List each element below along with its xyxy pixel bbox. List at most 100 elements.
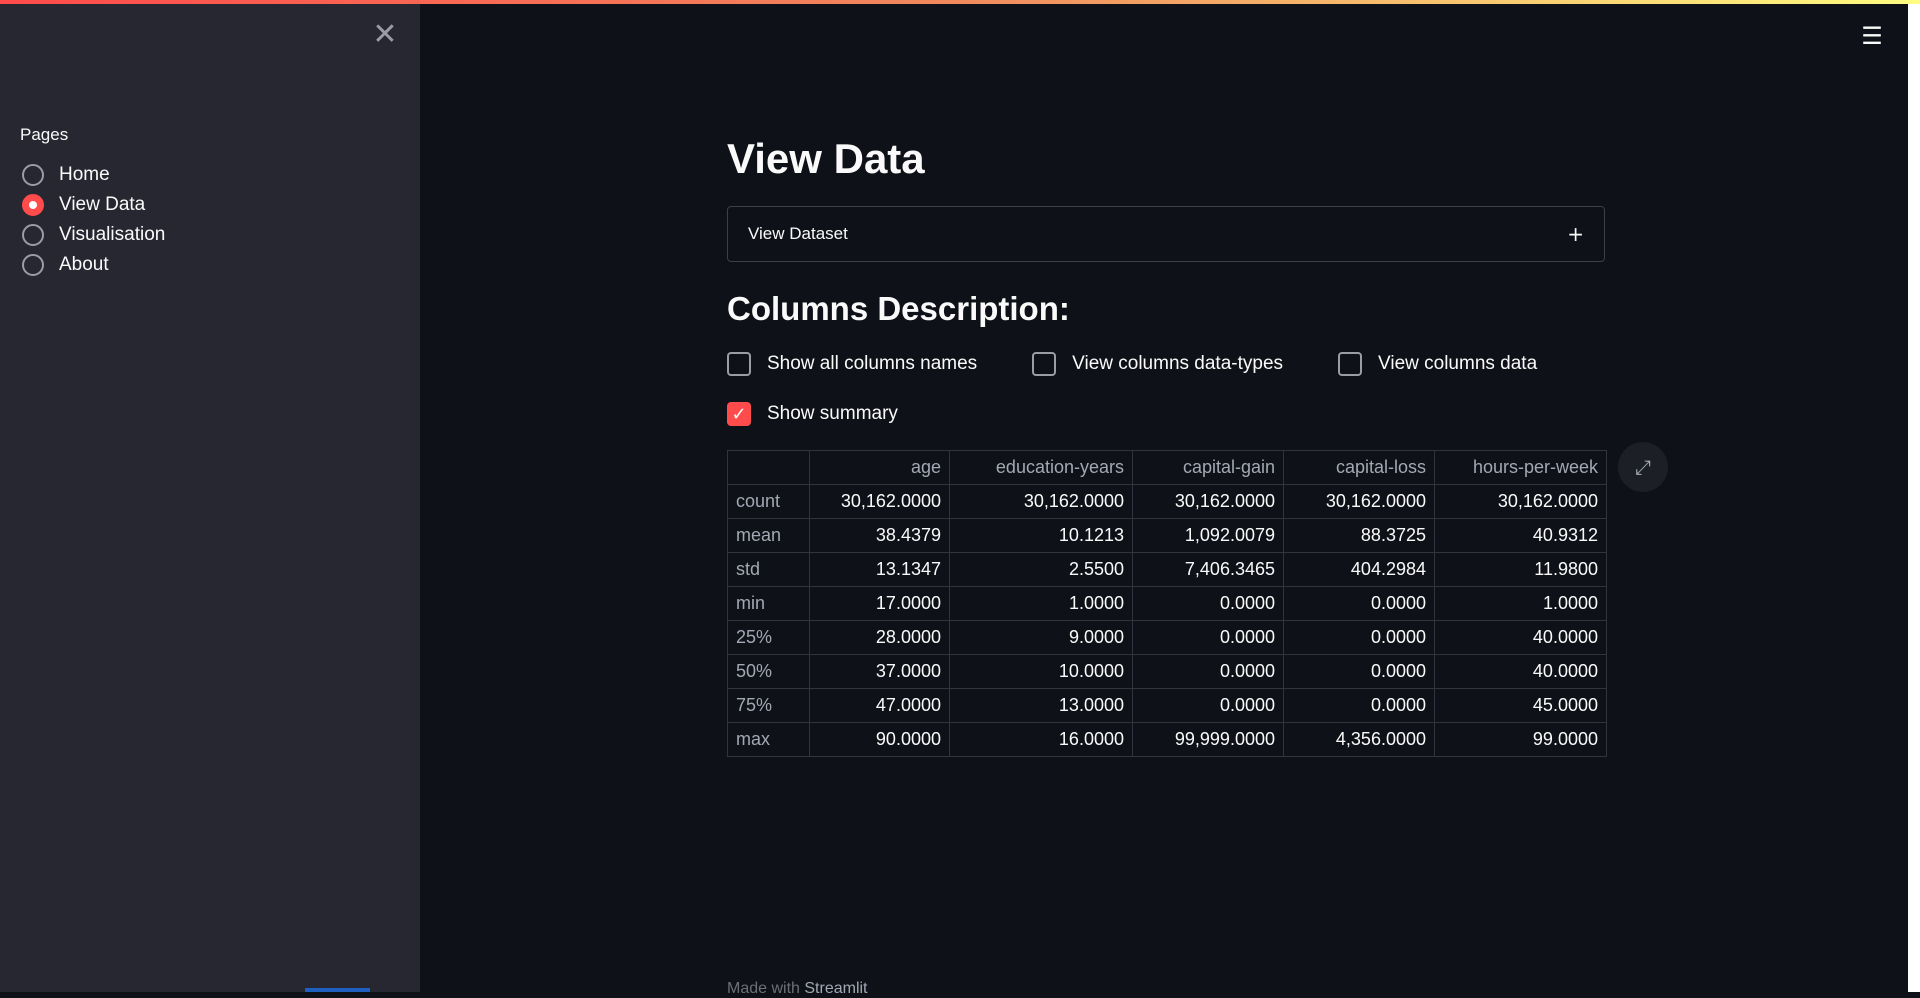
table-cell[interactable]: 13.0000 [949,688,1133,723]
table-cell[interactable]: 1,092.0079 [1132,518,1284,553]
show-summary-checkbox[interactable]: ✓ Show summary [727,402,898,426]
radio-selected-icon[interactable] [22,194,44,216]
footer: Made with Streamlit [727,980,868,998]
table-cell[interactable]: 9.0000 [949,620,1133,655]
check-icon: ✓ [731,403,747,425]
table-cell[interactable]: 47.0000 [809,688,950,723]
streamlit-link[interactable]: Streamlit [804,980,867,997]
sidebar-item-visualisation[interactable]: Visualisation [22,220,165,250]
view-dataset-expander[interactable]: View Dataset + [727,206,1605,262]
table-cell[interactable]: 90.0000 [809,722,950,757]
table-cell[interactable]: 4,356.0000 [1283,722,1435,757]
header-decoration-bar [0,0,1920,4]
column-header[interactable]: education-years [949,450,1133,485]
table-cell[interactable]: 30,162.0000 [1434,484,1607,519]
plus-icon[interactable]: + [1567,222,1584,246]
row-index-cell[interactable]: min [727,586,810,621]
table-cell[interactable]: 2.5500 [949,552,1133,587]
table-cell[interactable]: 10.1213 [949,518,1133,553]
sidebar-item-home[interactable]: Home [22,160,165,190]
table-cell[interactable]: 38.4379 [809,518,950,553]
table-row: max 90.0000 16.0000 99,999.0000 4,356.0000 99… [727,722,1607,757]
close-icon[interactable]: ✕ [370,20,400,50]
table-cell[interactable]: 30,162.0000 [1132,484,1284,519]
table-cell[interactable]: 7,406.3465 [1132,552,1284,587]
table-cell[interactable]: 40.0000 [1434,620,1607,655]
row-index-cell[interactable]: std [727,552,810,587]
pages-label: Pages [20,125,69,144]
column-header[interactable]: hours-per-week [1434,450,1607,485]
fullscreen-expand-icon[interactable]: ⤢ [1618,442,1668,492]
table-cell[interactable]: 1.0000 [1434,586,1607,621]
table-cell[interactable]: 40.9312 [1434,518,1607,553]
table-cell[interactable]: 0.0000 [1132,586,1284,621]
sidebar-item-label: About [59,254,109,275]
table-cell[interactable]: 0.0000 [1283,620,1435,655]
summary-dataframe[interactable]: age education-years capital-gain capital… [727,450,1607,757]
table-header-row: age education-years capital-gain capital… [727,450,1607,485]
summary-table: age education-years capital-gain capital… [727,450,1607,757]
table-row: 50% 37.0000 10.0000 0.0000 0.0000 40.0000 [727,654,1607,689]
column-header[interactable]: capital-gain [1132,450,1284,485]
sidebar-item-view-data[interactable]: View Data [22,190,165,220]
radio-circle-icon[interactable] [22,164,44,186]
table-cell[interactable]: 0.0000 [1132,688,1284,723]
row-index-cell[interactable]: mean [727,518,810,553]
table-cell[interactable]: 16.0000 [949,722,1133,757]
table-row: min 17.0000 1.0000 0.0000 0.0000 1.0000 [727,586,1607,621]
table-cell[interactable]: 30,162.0000 [949,484,1133,519]
radio-circle-icon[interactable] [22,254,44,276]
hamburger-menu-icon[interactable]: ☰ [1860,24,1884,48]
footer-text: Made with [727,980,805,997]
table-cell[interactable]: 0.0000 [1283,654,1435,689]
table-cell[interactable]: 88.3725 [1283,518,1435,553]
table-cell[interactable]: 99,999.0000 [1132,722,1284,757]
radio-circle-icon[interactable] [22,224,44,246]
table-cell[interactable]: 37.0000 [809,654,950,689]
show-all-columns-checkbox[interactable]: Show all columns names [727,352,977,376]
table-row: mean 38.4379 10.1213 1,092.0079 88.3725 40.93… [727,518,1607,553]
sidebar-item-about[interactable]: About [22,250,165,280]
checkbox-row: ✓ Show summary [727,402,953,426]
section-title: Columns Description: [727,290,1070,327]
view-columns-data-checkbox[interactable]: View columns data [1338,352,1537,376]
table-cell[interactable]: 99.0000 [1434,722,1607,757]
column-header[interactable] [727,450,810,485]
table-cell[interactable]: 30,162.0000 [1283,484,1435,519]
table-row: std 13.1347 2.5500 7,406.3465 404.2984 11.980… [727,552,1607,587]
table-cell[interactable]: 404.2984 [1283,552,1435,587]
table-cell[interactable]: 45.0000 [1434,688,1607,723]
checkbox-icon[interactable] [1032,352,1057,376]
column-header[interactable]: age [809,450,950,485]
table-cell[interactable]: 40.0000 [1434,654,1607,689]
table-cell[interactable]: 17.0000 [809,586,950,621]
table-cell[interactable]: 1.0000 [949,586,1133,621]
table-cell[interactable]: 0.0000 [1283,688,1435,723]
checkbox-checked-icon[interactable]: ✓ [727,402,751,426]
sidebar-item-label: Visualisation [59,224,166,245]
table-cell[interactable]: 28.0000 [809,620,950,655]
table-cell[interactable]: 13.1347 [809,552,950,587]
sidebar-item-label: View Data [59,194,146,215]
checkbox-icon[interactable] [1338,352,1363,376]
sidebar: ✕ Pages Home View Data Visualisation Abo… [0,0,420,992]
table-cell[interactable]: 0.0000 [1132,620,1284,655]
table-cell[interactable]: 11.9800 [1434,552,1607,587]
table-cell[interactable]: 0.0000 [1132,654,1284,689]
row-index-cell[interactable]: count [727,484,810,519]
row-index-cell[interactable]: 75% [727,688,810,723]
table-cell[interactable]: 30,162.0000 [809,484,950,519]
scrollbar[interactable] [1908,4,1920,992]
table-row: count 30,162.0000 30,162.0000 30,162.0000 30… [727,484,1607,519]
radio-dot [29,201,37,209]
table-cell[interactable]: 0.0000 [1283,586,1435,621]
table-cell[interactable]: 10.0000 [949,654,1133,689]
view-data-types-checkbox[interactable]: View columns data-types [1032,352,1283,376]
checkbox-label: View columns data [1378,353,1538,374]
checkbox-icon[interactable] [727,352,751,376]
column-header[interactable]: capital-loss [1283,450,1435,485]
row-index-cell[interactable]: 50% [727,654,810,689]
row-index-cell[interactable]: max [727,722,810,757]
row-index-cell[interactable]: 25% [727,620,810,655]
bottom-strip [305,988,370,992]
